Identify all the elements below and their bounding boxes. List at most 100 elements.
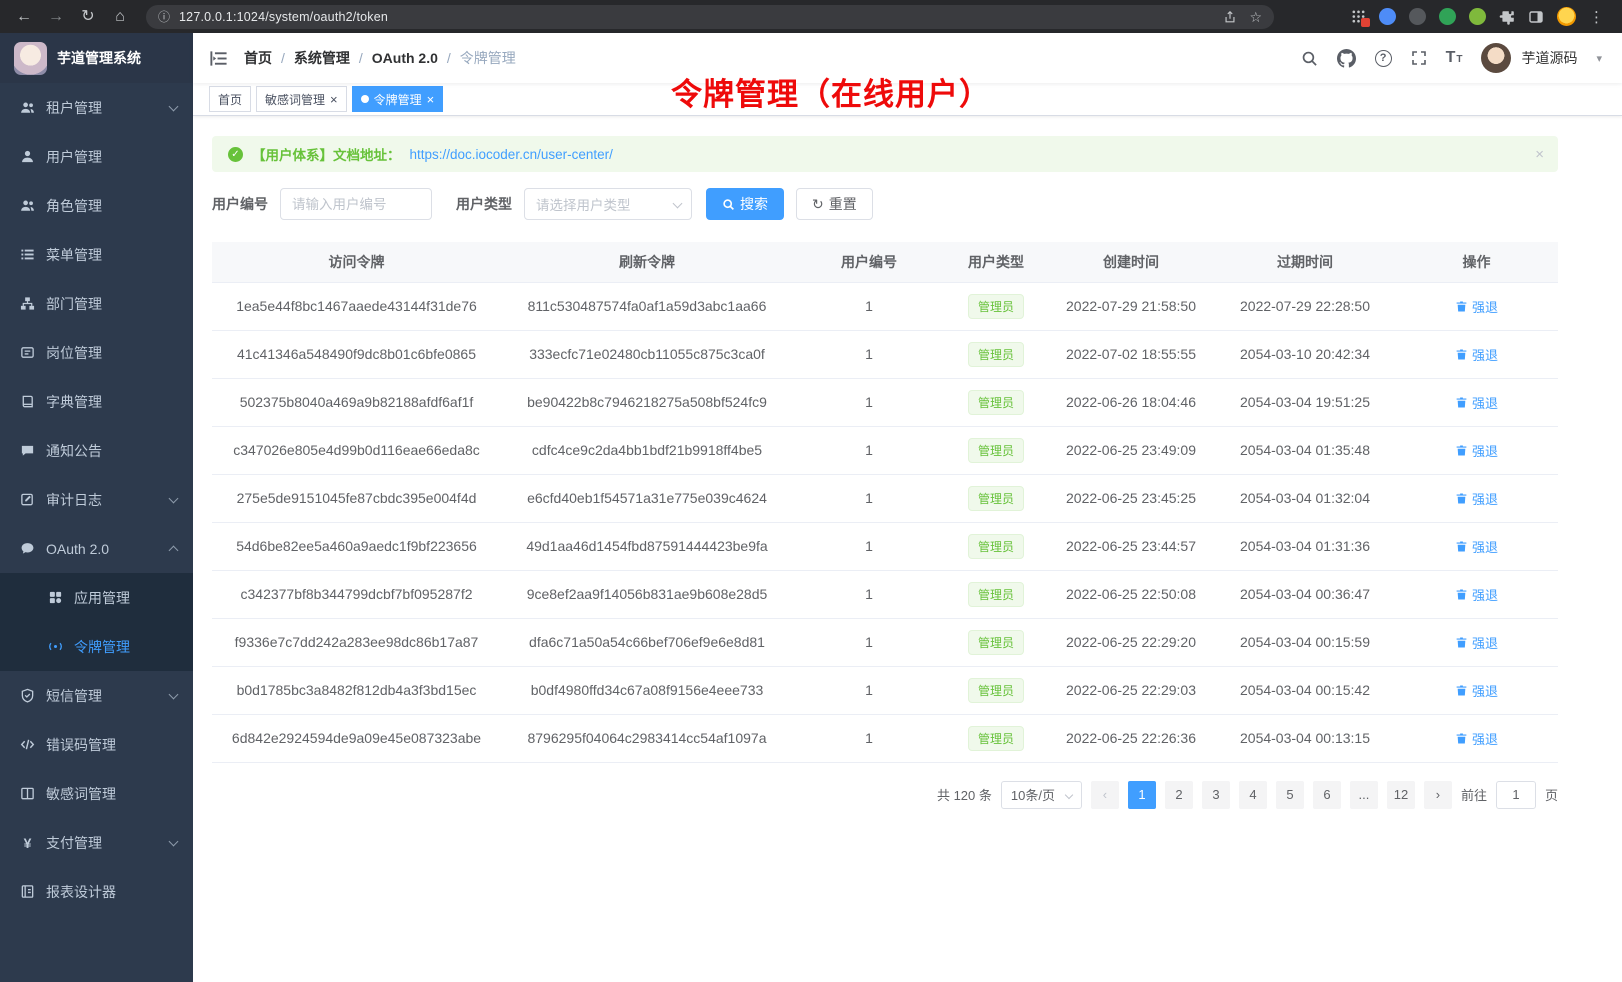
force-logout-button[interactable]: 强退: [1455, 393, 1498, 412]
goto-page-input[interactable]: [1496, 781, 1536, 809]
browser-menu-icon[interactable]: ⋮: [1589, 8, 1604, 26]
bookmark-star-icon[interactable]: ☆: [1249, 10, 1262, 24]
breadcrumb-system[interactable]: 系统管理: [294, 48, 350, 68]
github-icon[interactable]: [1337, 49, 1356, 68]
force-logout-button[interactable]: 强退: [1455, 633, 1498, 652]
address-bar[interactable]: ⓘ 127.0.0.1:1024/system/oauth2/token ☆: [146, 5, 1274, 29]
tab-label: 令牌管理: [374, 91, 422, 108]
pagination-next-button[interactable]: ›: [1424, 781, 1452, 809]
extension-icon-lime[interactable]: [1469, 8, 1486, 25]
font-size-icon[interactable]: TT: [1446, 50, 1463, 66]
share-icon[interactable]: [1223, 10, 1237, 24]
user-type-cell: 管理员: [945, 570, 1047, 618]
fullscreen-icon[interactable]: [1411, 50, 1427, 66]
tab-token[interactable]: 令牌管理 ×: [352, 86, 444, 112]
home-icon[interactable]: ⌂: [106, 0, 134, 33]
sidebar-item-post[interactable]: 岗位管理: [0, 328, 193, 377]
sidebar-item-label: 用户管理: [46, 147, 102, 167]
refresh-token-cell: dfa6c71a50a54c66bef706ef9e6e8d81: [501, 618, 793, 666]
breadcrumb-home[interactable]: 首页: [244, 48, 272, 68]
sidebar-item-oauth2-token[interactable]: 令牌管理: [0, 622, 193, 671]
chevron-down-icon: [169, 493, 179, 503]
sidebar-item-report-designer[interactable]: 报表设计器: [0, 867, 193, 916]
sidebar-toggle-icon[interactable]: [209, 49, 228, 68]
page-button-5[interactable]: 5: [1276, 781, 1304, 809]
reset-button[interactable]: ↻ 重置: [796, 188, 873, 220]
close-icon[interactable]: ×: [330, 93, 338, 106]
force-logout-button[interactable]: 强退: [1455, 585, 1498, 604]
close-icon[interactable]: ×: [427, 93, 435, 106]
page-button-1[interactable]: 1: [1128, 781, 1156, 809]
sidebar-item-sms[interactable]: 短信管理: [0, 671, 193, 720]
user-type-select[interactable]: 请选择用户类型: [524, 188, 692, 220]
force-logout-button[interactable]: 强退: [1455, 537, 1498, 556]
breadcrumb-oauth2[interactable]: OAuth 2.0: [372, 50, 438, 66]
sidebar-item-pay[interactable]: ¥ 支付管理: [0, 818, 193, 867]
site-info-icon[interactable]: ⓘ: [158, 8, 170, 25]
user-id-cell: 1: [793, 666, 945, 714]
sidebar-item-oauth2[interactable]: OAuth 2.0: [0, 524, 193, 573]
page-button-6[interactable]: 6: [1313, 781, 1341, 809]
sidebar-item-user[interactable]: 用户管理: [0, 132, 193, 181]
force-logout-button[interactable]: 强退: [1455, 681, 1498, 700]
sidebar-item-role[interactable]: 角色管理: [0, 181, 193, 230]
chevron-down-icon: [673, 199, 683, 209]
sidebar-item-dict[interactable]: 字典管理: [0, 377, 193, 426]
access-token-cell: c342377bf8b344799dcbf7bf095287f2: [212, 570, 501, 618]
side-panel-icon[interactable]: [1528, 9, 1544, 25]
chevron-down-icon[interactable]: ▾: [1596, 52, 1602, 65]
alert-close-icon[interactable]: ×: [1535, 146, 1544, 163]
user-type-cell: 管理员: [945, 426, 1047, 474]
page-button-12[interactable]: 12: [1387, 781, 1415, 809]
sidebar-item-tenant[interactable]: 租户管理: [0, 83, 193, 132]
expire-time-cell: 2054-03-04 01:35:48: [1215, 426, 1395, 474]
sidebar-item-label: 字典管理: [46, 392, 102, 412]
table-header-row: 访问令牌 刷新令牌 用户编号 用户类型 创建时间 过期时间 操作: [212, 242, 1558, 282]
page-size-select[interactable]: 10条/页: [1001, 781, 1082, 809]
browser-profile-avatar[interactable]: [1557, 7, 1576, 26]
force-logout-button[interactable]: 强退: [1455, 441, 1498, 460]
extension-icon-blue[interactable]: [1379, 8, 1396, 25]
tab-label: 首页: [218, 91, 242, 108]
pagination-prev-button[interactable]: ‹: [1091, 781, 1119, 809]
page-more-button[interactable]: ...: [1350, 781, 1378, 809]
username[interactable]: 芋道源码: [1521, 48, 1577, 68]
apps-grid-icon[interactable]: [1351, 9, 1366, 24]
forward-icon[interactable]: →: [42, 0, 70, 33]
reload-icon[interactable]: ↻: [74, 0, 102, 33]
user-type-badge: 管理员: [968, 534, 1024, 559]
trash-icon: [1455, 300, 1468, 313]
sidebar-item-notice[interactable]: 通知公告: [0, 426, 193, 475]
force-logout-button[interactable]: 强退: [1455, 489, 1498, 508]
sidebar-item-audit-log[interactable]: 审计日志: [0, 475, 193, 524]
back-icon[interactable]: ←: [10, 0, 38, 33]
sidebar-item-label: 短信管理: [46, 686, 102, 706]
force-logout-button[interactable]: 强退: [1455, 345, 1498, 364]
tab-label: 敏感词管理: [265, 91, 325, 108]
sidebar-item-oauth2-client[interactable]: 应用管理: [0, 573, 193, 622]
user-avatar[interactable]: [1481, 43, 1511, 73]
doc-link[interactable]: https://doc.iocoder.cn/user-center/: [410, 147, 613, 162]
tab-sensitive-words[interactable]: 敏感词管理 ×: [256, 86, 347, 112]
force-logout-button[interactable]: 强退: [1455, 297, 1498, 316]
extensions-puzzle-icon[interactable]: [1499, 9, 1515, 25]
help-icon[interactable]: ?: [1375, 50, 1392, 67]
extension-icon-green[interactable]: [1439, 8, 1456, 25]
search-button[interactable]: 搜索: [706, 188, 784, 220]
user-id-input[interactable]: [280, 188, 432, 220]
sidebar-item-error-code[interactable]: 错误码管理: [0, 720, 193, 769]
page-button-3[interactable]: 3: [1202, 781, 1230, 809]
sidebar-item-menu[interactable]: 菜单管理: [0, 230, 193, 279]
sidebar-item-dept[interactable]: 部门管理: [0, 279, 193, 328]
tab-home[interactable]: 首页: [209, 86, 251, 112]
force-logout-button[interactable]: 强退: [1455, 729, 1498, 748]
page-button-4[interactable]: 4: [1239, 781, 1267, 809]
app-logo[interactable]: 芋道管理系统: [0, 33, 193, 83]
extension-icon-dark[interactable]: [1409, 8, 1426, 25]
sidebar-item-sensitive-word[interactable]: 敏感词管理: [0, 769, 193, 818]
col-access-token: 访问令牌: [212, 242, 501, 282]
search-icon[interactable]: [1301, 50, 1318, 67]
page-button-2[interactable]: 2: [1165, 781, 1193, 809]
navbar-actions: ? TT 芋道源码 ▾: [1301, 43, 1602, 73]
user-type-cell: 管理员: [945, 618, 1047, 666]
